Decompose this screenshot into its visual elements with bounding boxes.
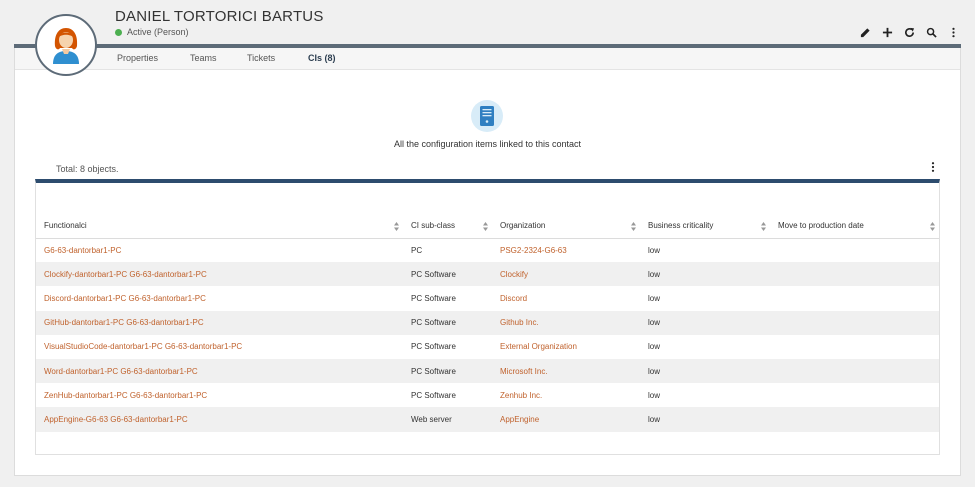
status-line: Active (Person): [115, 27, 189, 37]
object-header: DANIEL TORTORICI BARTUS Active (Person): [0, 0, 975, 48]
column-header-ci-subclass[interactable]: CI sub-class: [403, 214, 492, 239]
ci-badge: [471, 100, 503, 132]
ci-subclass-cell: Web server: [403, 407, 492, 432]
organization-link[interactable]: PSG2-2324-G6-63: [500, 246, 567, 255]
sort-icon: [394, 222, 399, 231]
status-text: Active (Person): [127, 27, 189, 37]
functionalci-link[interactable]: Discord-dantorbar1-PC G6-63-dantorbar1-P…: [44, 294, 206, 303]
tab-properties[interactable]: Properties: [117, 53, 158, 63]
production-date-cell: [770, 335, 939, 359]
ci-subclass-cell: PC Software: [411, 342, 456, 352]
tab-cis[interactable]: CIs (8): [308, 53, 336, 63]
table-header-row: Functionalci CI sub-class Organization B…: [36, 214, 939, 239]
organization-link[interactable]: Microsoft Inc.: [500, 367, 548, 376]
refresh-icon: [904, 27, 914, 37]
sort-icon: [761, 222, 766, 231]
server-icon: [480, 106, 494, 126]
sort-icon: [483, 222, 488, 231]
production-date-cell: [770, 407, 939, 432]
ci-subclass-cell: PC Software: [403, 358, 492, 384]
table-row: VisualStudioCode-dantorbar1-PC G6-63-dan…: [36, 335, 939, 359]
production-date-cell: [770, 383, 939, 407]
functionalci-link[interactable]: G6-63-dantorbar1-PC: [44, 246, 121, 255]
organization-link[interactable]: Github Inc.: [500, 318, 539, 327]
ci-subclass-cell: PC Software: [403, 262, 492, 287]
organization-link[interactable]: External Organization: [500, 342, 577, 351]
header-actions: [857, 24, 961, 40]
criticality-cell: low: [648, 245, 661, 255]
functionalci-link[interactable]: AppEngine-G6-63 G6-63-dantorbar1-PC: [44, 415, 188, 424]
criticality-cell: low: [648, 293, 661, 303]
production-date-cell: [770, 286, 939, 310]
criticality-cell: low: [640, 358, 770, 384]
criticality-cell: low: [648, 342, 661, 352]
production-date-cell: [770, 262, 939, 287]
functionalci-link[interactable]: Word-dantorbar1-PC G6-63-dantorbar1-PC: [44, 367, 198, 376]
avatar: [35, 14, 97, 76]
column-header-business-criticality[interactable]: Business criticality: [640, 214, 770, 239]
ci-subclass-cell: PC Software: [411, 390, 456, 400]
edit-button[interactable]: [857, 24, 873, 40]
table-row: G6-63-dantorbar1-PC PC PSG2-2324-G6-63 l…: [36, 238, 939, 262]
production-date-cell: [770, 238, 939, 262]
sort-icon: [930, 222, 935, 231]
person-name: DANIEL TORTORICI BARTUS: [115, 8, 324, 25]
add-icon: [882, 27, 892, 37]
ci-table-container: Functionalci CI sub-class Organization B…: [35, 179, 940, 455]
ci-subclass-cell: PC: [411, 245, 423, 255]
functionalci-link[interactable]: Clockify-dantorbar1-PC G6-63-dantorbar1-…: [44, 270, 207, 279]
organization-link[interactable]: Discord: [500, 294, 527, 303]
more-vertical-icon: [951, 27, 955, 37]
search-button[interactable]: [923, 24, 939, 40]
functionalci-link[interactable]: VisualStudioCode-dantorbar1-PC G6-63-dan…: [44, 342, 242, 351]
ci-subclass-cell: PC Software: [411, 293, 456, 303]
criticality-cell: low: [640, 262, 770, 287]
tab-teams[interactable]: Teams: [190, 53, 217, 63]
search-icon: [926, 27, 937, 38]
sort-icon: [631, 222, 636, 231]
functionalci-link[interactable]: GitHub-dantorbar1-PC G6-63-dantorbar1-PC: [44, 318, 204, 327]
criticality-cell: low: [640, 407, 770, 432]
table-row: AppEngine-G6-63 G6-63-dantorbar1-PC Web …: [36, 407, 939, 432]
criticality-cell: low: [648, 390, 661, 400]
add-button[interactable]: [879, 24, 895, 40]
organization-link[interactable]: AppEngine: [500, 415, 539, 424]
criticality-cell: low: [640, 310, 770, 335]
tabs-bar: Properties Teams Tickets CIs (8): [15, 48, 960, 70]
production-date-cell: [770, 358, 939, 384]
column-header-organization[interactable]: Organization: [492, 214, 640, 239]
more-actions-button[interactable]: [945, 24, 961, 40]
functionalci-link[interactable]: ZenHub-dantorbar1-PC G6-63-dantorbar1-PC: [44, 391, 207, 400]
production-date-cell: [770, 310, 939, 335]
person-avatar-icon: [53, 28, 79, 64]
column-header-move-to-production-date[interactable]: Move to production date: [770, 214, 939, 239]
column-header-functionalci[interactable]: Functionalci: [36, 214, 403, 239]
more-vertical-icon: [931, 162, 935, 172]
ci-table: Functionalci CI sub-class Organization B…: [36, 214, 939, 432]
status-dot-icon: [115, 28, 122, 36]
edit-icon: [860, 27, 870, 37]
organization-link[interactable]: Zenhub Inc.: [500, 391, 542, 400]
ci-subclass-cell: PC Software: [403, 310, 492, 335]
table-row: Word-dantorbar1-PC G6-63-dantorbar1-PC P…: [36, 358, 939, 384]
table-row: ZenHub-dantorbar1-PC G6-63-dantorbar1-PC…: [36, 383, 939, 407]
ci-description: All the configuration items linked to th…: [393, 139, 582, 149]
tab-tickets[interactable]: Tickets: [247, 53, 275, 63]
list-menu-button[interactable]: [928, 160, 938, 174]
table-row: Discord-dantorbar1-PC G6-63-dantorbar1-P…: [36, 286, 939, 310]
table-row: GitHub-dantorbar1-PC G6-63-dantorbar1-PC…: [36, 310, 939, 335]
table-row: Clockify-dantorbar1-PC G6-63-dantorbar1-…: [36, 262, 939, 287]
refresh-button[interactable]: [901, 24, 917, 40]
total-count: Total: 8 objects.: [56, 164, 119, 174]
organization-link[interactable]: Clockify: [500, 270, 528, 279]
